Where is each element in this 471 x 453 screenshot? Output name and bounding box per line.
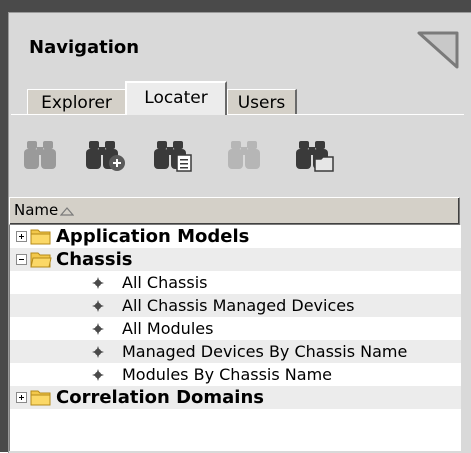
tab-divider xyxy=(11,114,464,115)
binoculars-add-icon[interactable] xyxy=(83,135,127,175)
tab-users[interactable]: Users xyxy=(227,89,297,115)
tree-node-label: Chassis xyxy=(56,249,133,270)
column-header-bevel xyxy=(10,198,459,224)
binoculars-disabled-icon[interactable] xyxy=(225,135,269,175)
tree-row[interactable]: Correlation Domains xyxy=(10,386,461,409)
sort-ascending-icon xyxy=(60,207,74,216)
panel-title: Navigation xyxy=(29,37,140,58)
navigation-panel: Navigation Explorer Locater Users Name A… xyxy=(8,12,471,453)
tree-node-label: Modules By Chassis Name xyxy=(122,365,332,384)
tree-node-label: Correlation Domains xyxy=(56,387,264,408)
tab-users-label: Users xyxy=(237,93,286,113)
search-item-icon xyxy=(92,300,104,312)
expand-icon[interactable] xyxy=(16,231,27,242)
name-column-label: Name xyxy=(14,201,59,219)
search-item-icon xyxy=(92,346,104,358)
tree-row[interactable]: Managed Devices By Chassis Name xyxy=(10,340,461,363)
tree-node-label: Managed Devices By Chassis Name xyxy=(122,342,408,361)
tab-explorer-label: Explorer xyxy=(41,93,112,113)
collapse-icon[interactable] xyxy=(413,25,463,71)
tree-node-label: All Chassis xyxy=(122,273,208,292)
tree-node-label: All Modules xyxy=(122,319,214,338)
tab-locater-label: Locater xyxy=(144,88,208,108)
folder-icon xyxy=(30,229,51,245)
tree-node-label: All Chassis Managed Devices xyxy=(122,296,355,315)
expand-icon[interactable] xyxy=(16,392,27,403)
tree-row[interactable]: Application Models xyxy=(10,225,461,248)
binoculars-folder-icon[interactable] xyxy=(293,135,337,175)
folder-icon xyxy=(30,390,51,406)
locater-toolbar xyxy=(11,127,464,179)
navigation-tree: Application Models Chassis All Chassis A… xyxy=(9,225,461,451)
tree-row[interactable]: Chassis xyxy=(10,248,461,271)
tree-row[interactable]: All Chassis xyxy=(10,271,461,294)
tree-row[interactable]: All Modules xyxy=(10,317,461,340)
search-item-icon xyxy=(92,323,104,335)
collapse-node-icon[interactable] xyxy=(16,254,27,265)
search-item-icon xyxy=(92,369,104,381)
tab-locater[interactable]: Locater xyxy=(125,81,227,115)
name-column-header[interactable]: Name xyxy=(9,197,460,225)
folder-open-icon xyxy=(30,252,52,268)
binoculars-list-icon[interactable] xyxy=(151,135,195,175)
search-item-icon xyxy=(92,277,104,289)
binoculars-icon[interactable] xyxy=(21,135,65,175)
tree-row[interactable]: All Chassis Managed Devices xyxy=(10,294,461,317)
tab-explorer[interactable]: Explorer xyxy=(27,89,127,115)
tree-row[interactable]: Modules By Chassis Name xyxy=(10,363,461,386)
tree-node-label: Application Models xyxy=(56,226,250,247)
